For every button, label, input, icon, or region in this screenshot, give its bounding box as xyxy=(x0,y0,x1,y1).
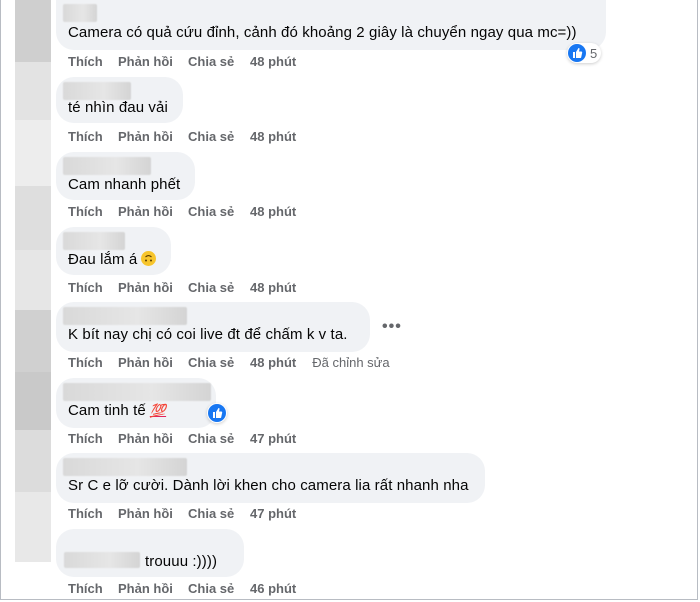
timestamp[interactable]: 46 phút xyxy=(250,581,296,596)
comment-actions: Thích Phản hồi Chia sẻ 47 phút xyxy=(68,431,296,446)
share-button[interactable]: Chia sẻ xyxy=(188,54,250,69)
like-button[interactable]: Thích xyxy=(68,280,118,295)
avatar[interactable] xyxy=(15,0,51,62)
comment-actions: Thích Phản hồi Chia sẻ 48 phút xyxy=(68,54,296,69)
comment-actions: Thích Phản hồi Chia sẻ 48 phút xyxy=(68,129,296,144)
timestamp[interactable]: 48 phút xyxy=(250,280,296,295)
share-button[interactable]: Chia sẻ xyxy=(188,280,250,295)
like-button[interactable]: Thích xyxy=(68,129,118,144)
comment-actions: Thích Phản hồi Chia sẻ 48 phút Đã chỉnh sửa xyxy=(68,355,390,370)
comment-text: K bít nay chị có coi live đt để chấm k v… xyxy=(68,326,348,343)
comment-text: Cam nhanh phết xyxy=(68,176,181,193)
commenter-name[interactable] xyxy=(63,458,187,476)
timestamp[interactable]: 48 phút xyxy=(250,54,296,69)
commenter-name[interactable] xyxy=(63,82,131,100)
reply-button[interactable]: Phản hồi xyxy=(118,581,188,596)
like-button[interactable]: Thích xyxy=(68,54,118,69)
share-button[interactable]: Chia sẻ xyxy=(188,129,250,144)
more-options-icon[interactable]: ••• xyxy=(382,318,402,336)
like-button[interactable]: Thích xyxy=(68,506,118,521)
reply-button[interactable]: Phản hồi xyxy=(118,280,188,295)
timestamp[interactable]: 48 phút xyxy=(250,204,296,219)
reply-button[interactable]: Phản hồi xyxy=(118,506,188,521)
comment-actions: Thích Phản hồi Chia sẻ 46 phút xyxy=(68,581,296,596)
avatar[interactable] xyxy=(15,120,51,186)
timestamp[interactable]: 48 phút xyxy=(250,355,296,370)
share-button[interactable]: Chia sẻ xyxy=(188,581,250,596)
comment-actions: Thích Phản hồi Chia sẻ 48 phút xyxy=(68,204,296,219)
comment-bubble: trouuu :)))) xyxy=(56,529,244,577)
avatar[interactable] xyxy=(15,372,51,430)
avatar[interactable] xyxy=(15,250,51,310)
comment-text: té nhìn đau vải xyxy=(68,99,168,116)
reaction-count: 5 xyxy=(590,45,598,61)
reply-button[interactable]: Phản hồi xyxy=(118,431,188,446)
reaction-summary[interactable]: 5 xyxy=(567,43,602,63)
comments-panel: Camera có quả cứu đỉnh, cảnh đó khoảng 2… xyxy=(0,0,698,600)
like-icon xyxy=(208,404,226,422)
comment-bubble: Sr C e lỡ cười. Dành lời khen cho camera… xyxy=(56,453,485,503)
commenter-name[interactable] xyxy=(63,157,151,175)
commenter-name[interactable] xyxy=(63,383,211,401)
like-button[interactable]: Thích xyxy=(68,355,118,370)
edited-label[interactable]: Đã chỉnh sửa xyxy=(312,355,389,370)
reply-button[interactable]: Phản hồi xyxy=(118,129,188,144)
comment-text: Đau lắm á xyxy=(68,251,157,268)
comment-text-content: Cam tinh tế xyxy=(68,402,146,419)
share-button[interactable]: Chia sẻ xyxy=(188,204,250,219)
timestamp[interactable]: 47 phút xyxy=(250,431,296,446)
like-button[interactable]: Thích xyxy=(68,204,118,219)
comment-text: Sr C e lỡ cười. Dành lời khen cho camera… xyxy=(68,477,469,494)
comment-bubble: Camera có quả cứu đỉnh, cảnh đó khoảng 2… xyxy=(56,0,606,50)
comment-bubble: K bít nay chị có coi live đt để chấm k v… xyxy=(56,302,370,352)
like-icon xyxy=(568,44,586,62)
commenter-name[interactable] xyxy=(64,552,140,568)
comment-bubble: Cam nhanh phết xyxy=(56,152,195,200)
comment-bubble: té nhìn đau vải xyxy=(56,77,183,123)
reaction-summary[interactable] xyxy=(207,403,227,423)
like-button[interactable]: Thích xyxy=(68,431,118,446)
like-button[interactable]: Thích xyxy=(68,581,118,596)
reply-button[interactable]: Phản hồi xyxy=(118,54,188,69)
comment-actions: Thích Phản hồi Chia sẻ 48 phút xyxy=(68,280,296,295)
timestamp[interactable]: 47 phút xyxy=(250,506,296,521)
comment-text: Camera có quả cứu đỉnh, cảnh đó khoảng 2… xyxy=(68,24,577,41)
commenter-name[interactable] xyxy=(63,4,97,22)
share-button[interactable]: Chia sẻ xyxy=(188,506,250,521)
avatar[interactable] xyxy=(15,310,51,372)
comment-actions: Thích Phản hồi Chia sẻ 47 phút xyxy=(68,506,296,521)
avatar[interactable] xyxy=(15,186,51,250)
comment-bubble: Cam tinh tế 💯 xyxy=(56,378,216,428)
comment-bubble: Đau lắm á xyxy=(56,227,171,275)
reply-button[interactable]: Phản hồi xyxy=(118,204,188,219)
avatar[interactable] xyxy=(15,492,51,562)
share-button[interactable]: Chia sẻ xyxy=(188,355,250,370)
comment-text: trouuu :)))) xyxy=(145,553,218,570)
comment-text: Cam tinh tế 💯 xyxy=(68,402,166,419)
share-button[interactable]: Chia sẻ xyxy=(188,431,250,446)
reply-button[interactable]: Phản hồi xyxy=(118,355,188,370)
comment-text-content: Đau lắm á xyxy=(68,251,138,268)
timestamp[interactable]: 48 phút xyxy=(250,129,296,144)
avatar[interactable] xyxy=(15,62,51,120)
commenter-name[interactable] xyxy=(63,307,187,325)
avatar[interactable] xyxy=(15,430,51,492)
commenter-name[interactable] xyxy=(63,232,125,250)
hundred-points-icon: 💯 xyxy=(149,403,167,418)
upside-down-face-icon xyxy=(141,251,157,266)
